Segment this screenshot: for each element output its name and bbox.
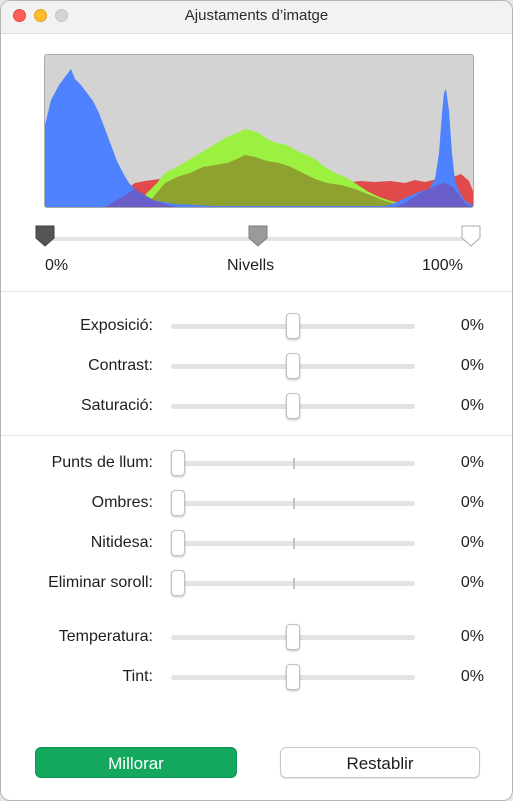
- levels-title: Nivells: [227, 257, 275, 274]
- temperature-value: 0%: [460, 628, 484, 645]
- slider-center-tick: [293, 578, 295, 589]
- contrast-slider-knob[interactable]: [286, 353, 300, 379]
- levels-max-label: 100%: [422, 257, 463, 274]
- noise-reduction-slider[interactable]: [171, 570, 415, 596]
- levels-white-point-handle[interactable]: [460, 224, 482, 248]
- tint-label: Tint:: [122, 668, 153, 685]
- slider-center-tick: [293, 538, 295, 549]
- sharpness-slider-knob[interactable]: [171, 530, 185, 556]
- title-bar: Ajustaments d’imatge: [1, 1, 512, 34]
- saturation-value: 0%: [460, 397, 484, 414]
- enhance-button[interactable]: Millorar: [35, 747, 237, 778]
- histogram: [44, 54, 474, 208]
- shadows-value: 0%: [460, 494, 484, 511]
- tint-slider-knob[interactable]: [286, 664, 300, 690]
- exposure-value: 0%: [460, 317, 484, 334]
- shadows-label: Ombres:: [91, 494, 153, 511]
- shadows-slider-knob[interactable]: [171, 490, 185, 516]
- contrast-slider[interactable]: [171, 353, 415, 379]
- exposure-slider[interactable]: [171, 313, 415, 339]
- levels-black-point-handle[interactable]: [34, 224, 56, 248]
- saturation-label: Saturació:: [80, 397, 153, 414]
- separator: [1, 435, 512, 436]
- noise-reduction-label: Eliminar soroll:: [48, 574, 153, 591]
- sharpness-value: 0%: [460, 534, 484, 551]
- reset-button[interactable]: Restablir: [280, 747, 480, 778]
- contrast-value: 0%: [460, 357, 484, 374]
- saturation-slider-knob[interactable]: [286, 393, 300, 419]
- highlights-slider[interactable]: [171, 450, 415, 476]
- highlights-slider-knob[interactable]: [171, 450, 185, 476]
- exposure-label: Exposició:: [80, 317, 153, 334]
- temperature-slider[interactable]: [171, 624, 415, 650]
- noise-reduction-value: 0%: [460, 574, 484, 591]
- highlights-label: Punts de llum:: [51, 454, 153, 471]
- sharpness-label: Nitidesa:: [90, 534, 153, 551]
- tint-value: 0%: [460, 668, 484, 685]
- window-title: Ajustaments d’imatge: [184, 7, 329, 24]
- sharpness-slider[interactable]: [171, 530, 415, 556]
- highlights-value: 0%: [460, 454, 484, 471]
- levels-midpoint-handle[interactable]: [247, 224, 269, 248]
- levels-min-label: 0%: [45, 257, 69, 274]
- contrast-label: Contrast:: [88, 357, 153, 374]
- tint-slider[interactable]: [171, 664, 415, 690]
- shadows-slider[interactable]: [171, 490, 415, 516]
- noise-reduction-slider-knob[interactable]: [171, 570, 185, 596]
- slider-center-tick: [293, 458, 295, 469]
- separator: [1, 291, 512, 292]
- temperature-slider-knob[interactable]: [286, 624, 300, 650]
- saturation-slider[interactable]: [171, 393, 415, 419]
- slider-center-tick: [293, 498, 295, 509]
- exposure-slider-knob[interactable]: [286, 313, 300, 339]
- image-adjustments-window: Ajustaments d’imatge 0% Nivells 100% Exp…: [0, 0, 513, 801]
- temperature-label: Temperatura:: [58, 628, 153, 645]
